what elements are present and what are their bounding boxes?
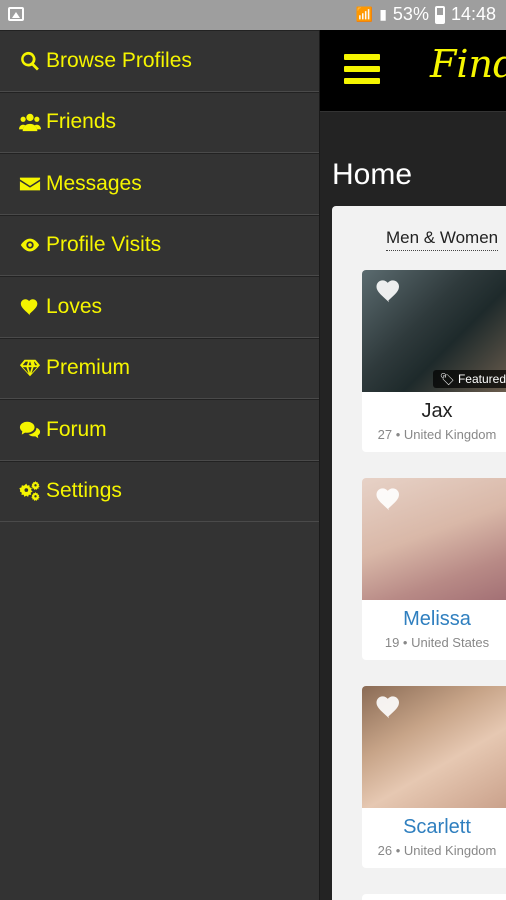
eye-icon <box>18 233 42 257</box>
drawer-item-friends[interactable]: Friends <box>0 91 319 153</box>
chat-icon <box>18 418 42 442</box>
drawer-item-premium[interactable]: Premium <box>0 337 319 399</box>
drawer-item-label: Messages <box>46 171 142 195</box>
heart-icon[interactable] <box>372 692 406 722</box>
envelope-icon <box>18 172 42 196</box>
profiles-panel: Men & Women 🏷 Featured Jax 27 • United K… <box>332 206 506 900</box>
tag-icon: 🏷 <box>439 372 458 386</box>
heart-icon <box>18 295 42 319</box>
main-content: Find Home Men & Women 🏷 Featured Jax 27 … <box>320 30 506 900</box>
brand-logo[interactable]: Find <box>430 42 506 86</box>
profile-photo[interactable] <box>362 686 506 808</box>
search-icon <box>18 49 42 73</box>
profile-meta: 19 • United States <box>384 635 490 650</box>
drawer-item-label: Browse Profiles <box>46 48 192 72</box>
profile-card[interactable]: Melissa 19 • United States <box>362 478 506 660</box>
profile-card[interactable]: Scarlett 26 • United Kingdom <box>362 686 506 868</box>
drawer-item-loves[interactable]: Loves <box>0 276 319 338</box>
profile-card[interactable]: 🏷 Featured Jax 27 • United Kingdom <box>362 270 506 452</box>
drawer-item-forum[interactable]: Forum <box>0 399 319 461</box>
drawer-item-settings[interactable]: Settings <box>0 460 319 522</box>
signal-icon: ▮ <box>379 6 387 22</box>
drawer-item-label: Forum <box>46 417 107 441</box>
app-bar: Find <box>320 30 506 112</box>
page-title: Home <box>332 158 413 191</box>
profile-name[interactable]: Jax <box>362 400 506 423</box>
users-icon <box>18 110 42 134</box>
drawer-item-label: Friends <box>46 110 117 134</box>
battery-icon <box>434 5 445 24</box>
drawer-item-profile-visits[interactable]: Profile Visits <box>0 214 319 276</box>
profile-name[interactable]: Scarlett <box>362 816 506 839</box>
menu-icon[interactable] <box>344 54 380 84</box>
profile-meta: 27 • United Kingdom <box>377 427 497 442</box>
heart-icon[interactable] <box>372 276 406 306</box>
gears-icon <box>18 479 42 503</box>
heart-icon[interactable] <box>372 484 406 514</box>
drawer-item-label: Loves <box>46 294 103 318</box>
status-bar: 📶 ▮ 53% 14:48 <box>0 0 506 30</box>
drawer-item-label: Premium <box>46 356 131 380</box>
profile-photo[interactable]: 🏷 Featured <box>362 270 506 392</box>
clock: 14:48 <box>450 4 496 24</box>
drawer-item-messages[interactable]: Messages <box>0 153 319 215</box>
featured-badge: 🏷 Featured <box>433 370 506 388</box>
drawer-item-label: Profile Visits <box>46 233 162 257</box>
profile-meta: 26 • United Kingdom <box>377 843 497 858</box>
profile-card[interactable] <box>362 894 506 900</box>
profile-photo[interactable] <box>362 478 506 600</box>
battery-percent: 53% <box>392 4 429 24</box>
gender-filter[interactable]: Men & Women <box>386 228 499 251</box>
drawer-item-label: Settings <box>46 479 122 503</box>
profile-name[interactable]: Melissa <box>362 608 506 631</box>
drawer-item-browse-profiles[interactable]: Browse Profiles <box>0 30 319 92</box>
wifi-icon: 📶 <box>355 6 374 22</box>
navigation-drawer: Browse Profiles Friends Messages Profile… <box>0 30 320 900</box>
gallery-icon <box>8 7 24 21</box>
diamond-icon <box>18 356 42 380</box>
